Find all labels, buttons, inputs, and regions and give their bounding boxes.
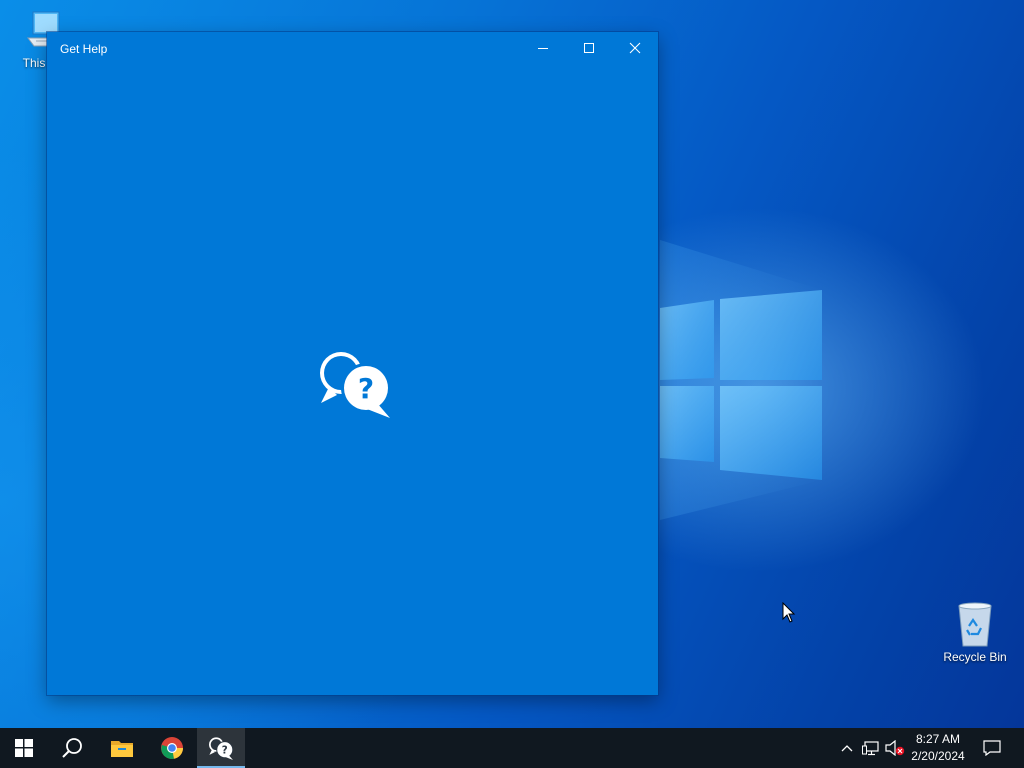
taskbar-get-help[interactable]: ? bbox=[197, 728, 245, 768]
show-hidden-icons-button[interactable] bbox=[838, 728, 856, 768]
search-button[interactable] bbox=[48, 728, 96, 768]
recycle-bin-icon bbox=[958, 602, 992, 647]
start-button[interactable] bbox=[0, 728, 48, 768]
svg-text:?: ? bbox=[358, 372, 374, 405]
desktop-icon-recycle-bin[interactable]: Recycle Bin bbox=[935, 600, 1015, 664]
network-button[interactable] bbox=[860, 728, 882, 768]
maximize-button[interactable] bbox=[566, 32, 612, 64]
volume-button[interactable] bbox=[884, 728, 906, 768]
minimize-button[interactable] bbox=[520, 32, 566, 64]
desktop-icon-label: Recycle Bin bbox=[943, 650, 1007, 664]
chevron-up-icon bbox=[841, 745, 853, 752]
chrome-icon bbox=[161, 737, 183, 759]
window-title: Get Help bbox=[60, 42, 108, 56]
folder-icon bbox=[111, 741, 133, 757]
window-titlebar[interactable]: Get Help bbox=[47, 32, 658, 64]
minimize-icon bbox=[538, 48, 548, 49]
get-help-window: Get Help ? bbox=[47, 32, 658, 695]
close-button[interactable] bbox=[612, 32, 658, 64]
action-center-button[interactable] bbox=[976, 728, 1008, 768]
taskbar: ? 8:27 AM 2/20/2024 bbox=[0, 728, 1024, 768]
taskbar-file-explorer[interactable] bbox=[98, 728, 146, 768]
notification-icon bbox=[983, 740, 1001, 756]
network-icon bbox=[862, 741, 879, 756]
mouse-cursor bbox=[782, 602, 796, 623]
desktop: This PC Recycle Bin Get Help ? bbox=[0, 0, 1024, 728]
taskbar-chrome[interactable] bbox=[148, 728, 196, 768]
get-help-icon: ? bbox=[320, 352, 391, 418]
maximize-icon bbox=[584, 43, 594, 53]
close-icon bbox=[629, 42, 641, 54]
get-help-icon: ? bbox=[209, 737, 234, 760]
volume-muted-icon bbox=[885, 740, 905, 756]
svg-text:?: ? bbox=[222, 744, 228, 756]
clock[interactable]: 8:27 AM 2/20/2024 bbox=[908, 731, 968, 765]
clock-time: 8:27 AM bbox=[915, 732, 961, 746]
windows-start-icon bbox=[15, 739, 33, 757]
clock-date: 2/20/2024 bbox=[911, 749, 965, 763]
search-icon bbox=[62, 738, 82, 758]
